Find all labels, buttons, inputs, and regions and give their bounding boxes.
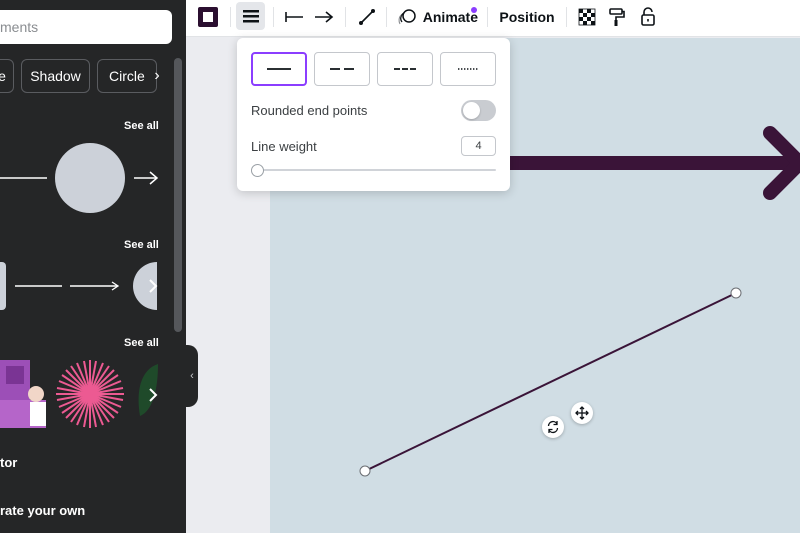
line-style-button[interactable] [236, 2, 265, 30]
position-button[interactable]: Position [498, 0, 556, 33]
move-icon [575, 406, 589, 420]
rotate-handle[interactable] [542, 416, 564, 438]
line-color-button[interactable] [194, 0, 222, 33]
lock-button[interactable] [637, 0, 659, 33]
unlock-icon [641, 6, 655, 26]
graphics-row [0, 360, 158, 428]
notification-dot [471, 7, 477, 13]
line-style-solid[interactable] [251, 52, 307, 86]
selected-line-element [364, 292, 737, 472]
paint-roller-icon [609, 7, 625, 26]
starburst-element [56, 360, 124, 428]
animate-icon [398, 8, 416, 24]
see-all-link-1[interactable]: See all [124, 120, 159, 132]
line-weight-label: Line weight [251, 139, 317, 154]
filter-chip-shadow[interactable]: Shadow [21, 59, 90, 93]
animate-button[interactable]: Animate [398, 0, 478, 33]
toggle-knob [463, 102, 480, 119]
top-toolbar: Animate Position [186, 0, 800, 37]
panel-scrollbar[interactable] [174, 58, 182, 332]
elements-panel: ments e Shadow Circle › See all See all … [0, 0, 186, 533]
rounded-end-points-toggle[interactable] [461, 100, 496, 121]
line-weight-slider-track[interactable] [251, 169, 496, 171]
transparency-button[interactable] [576, 0, 598, 33]
animate-label: Animate [422, 8, 478, 25]
line-style-popover: Rounded end points Line weight 4 [237, 38, 510, 191]
collapse-panel-handle[interactable]: ‹ [186, 345, 198, 407]
transparency-icon [578, 8, 596, 25]
lines-shapes-row-2 [0, 262, 158, 310]
leaf-element [138, 364, 158, 416]
section-label: tor [0, 455, 18, 470]
copy-style-button[interactable] [606, 0, 628, 33]
rounded-rect-element [0, 262, 6, 310]
line-endpoint-handle-end [730, 287, 742, 299]
diagonal-line-icon [359, 8, 375, 25]
line-start-button[interactable] [282, 0, 306, 33]
line-endpoint-handle-start [359, 465, 371, 477]
line-style-icon [242, 10, 259, 23]
line-end-button[interactable] [312, 0, 336, 33]
rounded-end-points-label: Rounded end points [251, 103, 368, 118]
circle-element [55, 143, 125, 213]
move-handle[interactable] [571, 402, 593, 424]
line-start-icon [285, 11, 303, 22]
search-input[interactable]: ments [0, 10, 172, 44]
line-style-long-dash[interactable] [314, 52, 370, 86]
see-all-link-3[interactable]: See all [124, 337, 159, 349]
line-style-dash[interactable] [377, 52, 433, 86]
half-circle-element [133, 262, 157, 310]
line-weight-slider-thumb[interactable] [251, 164, 264, 177]
see-all-link-2[interactable]: See all [124, 239, 159, 251]
rotate-icon [547, 420, 559, 434]
position-label: Position [499, 8, 555, 25]
line-style-dotted[interactable] [440, 52, 496, 86]
dotted-line-icon [458, 68, 479, 70]
solid-line-icon [267, 68, 291, 70]
dash-line-icon [394, 68, 416, 70]
line-type-button[interactable] [356, 0, 378, 33]
filter-chip[interactable]: e [0, 59, 14, 93]
lines-shapes-row [0, 143, 159, 213]
color-swatch-icon [198, 6, 218, 27]
line-weight-input[interactable]: 4 [461, 136, 496, 156]
section-label-create[interactable]: rate your own [0, 503, 85, 518]
arrow-right-icon [315, 10, 334, 23]
chevron-right-icon[interactable]: › [146, 64, 168, 88]
long-dash-line-icon [330, 68, 354, 70]
